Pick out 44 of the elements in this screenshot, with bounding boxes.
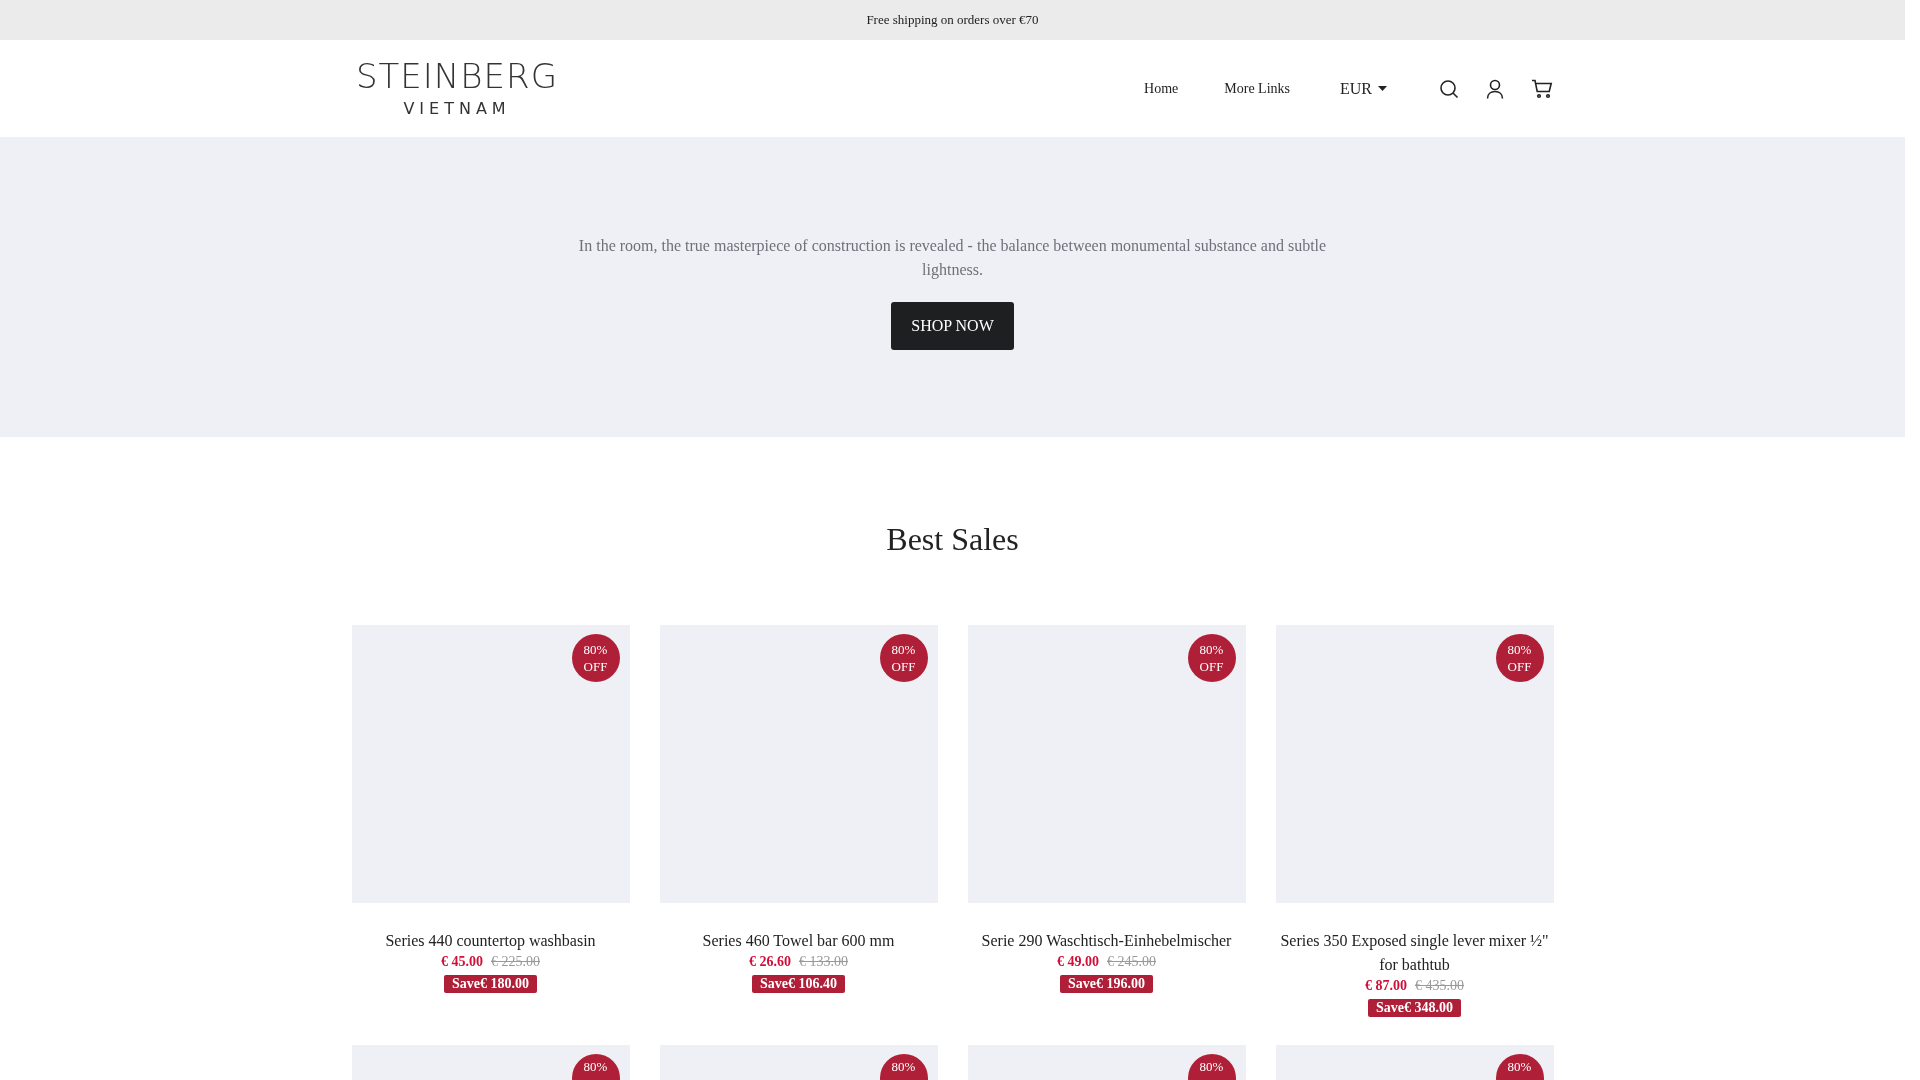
product-image[interactable]: 80% OFF [967, 625, 1246, 903]
currency-selector[interactable]: EUR [1340, 79, 1387, 98]
discount-badge: 80% [1495, 1054, 1544, 1080]
product-name[interactable]: Serie 290 Waschtisch-Einhebelmischer [977, 929, 1236, 953]
discount-badge: 80% OFF [1495, 634, 1544, 682]
discount-badge: 80% [879, 1054, 928, 1080]
announcement-text: Free shipping on orders over €70 [866, 12, 1039, 28]
savings-label: Save€ 106.40 [752, 975, 845, 993]
account-icon[interactable] [1485, 78, 1505, 99]
store-logo[interactable]: STEINBERG VIETNAM [356, 57, 558, 120]
nav-link[interactable]: Home [1144, 80, 1179, 97]
original-price: € 245.00 [1107, 954, 1156, 970]
cart-icon[interactable] [1531, 78, 1553, 99]
discount-badge: 80% [1187, 1054, 1236, 1080]
sale-price: € 87.00 [1365, 978, 1407, 994]
original-price: € 133.00 [799, 954, 848, 970]
product-image[interactable]: 80% [351, 1045, 630, 1080]
product-image[interactable]: 80% OFF [351, 625, 630, 903]
product-name[interactable]: Series 460 Towel bar 600 mm [698, 929, 899, 953]
discount-badge: 80% [571, 1054, 620, 1080]
product-name[interactable]: Series 350 Exposed single lever mixer ½" for bathtub [1275, 929, 1554, 977]
original-price: € 225.00 [491, 954, 540, 970]
product-image[interactable]: 80% OFF [1275, 625, 1554, 903]
discount-badge: 80% OFF [1187, 634, 1236, 682]
product-image[interactable]: 80% OFF [659, 625, 938, 903]
search-icon[interactable] [1439, 78, 1459, 99]
sale-price: € 26.60 [749, 954, 791, 970]
shop-now-button[interactable]: SHOP NOW [891, 302, 1014, 350]
hero-text: In the room, the true masterpiece of construction is revealed - the balance between monumental substance and subtle lightness. [577, 236, 1328, 281]
sale-price: € 45.00 [441, 954, 483, 970]
original-price: € 435.00 [1415, 978, 1464, 994]
sale-price: € 49.00 [1057, 954, 1099, 970]
nav-link[interactable]: More Links [1224, 80, 1290, 97]
savings-label: Save€ 180.00 [444, 975, 537, 993]
product-image[interactable]: 80% [1275, 1045, 1554, 1080]
product-image[interactable]: 80% [967, 1045, 1246, 1080]
product-image[interactable]: 80% [659, 1045, 938, 1080]
discount-badge: 80% OFF [879, 634, 928, 682]
savings-label: Save€ 196.00 [1060, 975, 1153, 993]
savings-label: Save€ 348.00 [1368, 999, 1461, 1017]
caret-icon [1378, 86, 1387, 91]
section-title: Best Sales [886, 520, 1019, 559]
product-name[interactable]: Series 440 countertop washbasin [381, 929, 600, 953]
discount-badge: 80% OFF [571, 634, 620, 682]
